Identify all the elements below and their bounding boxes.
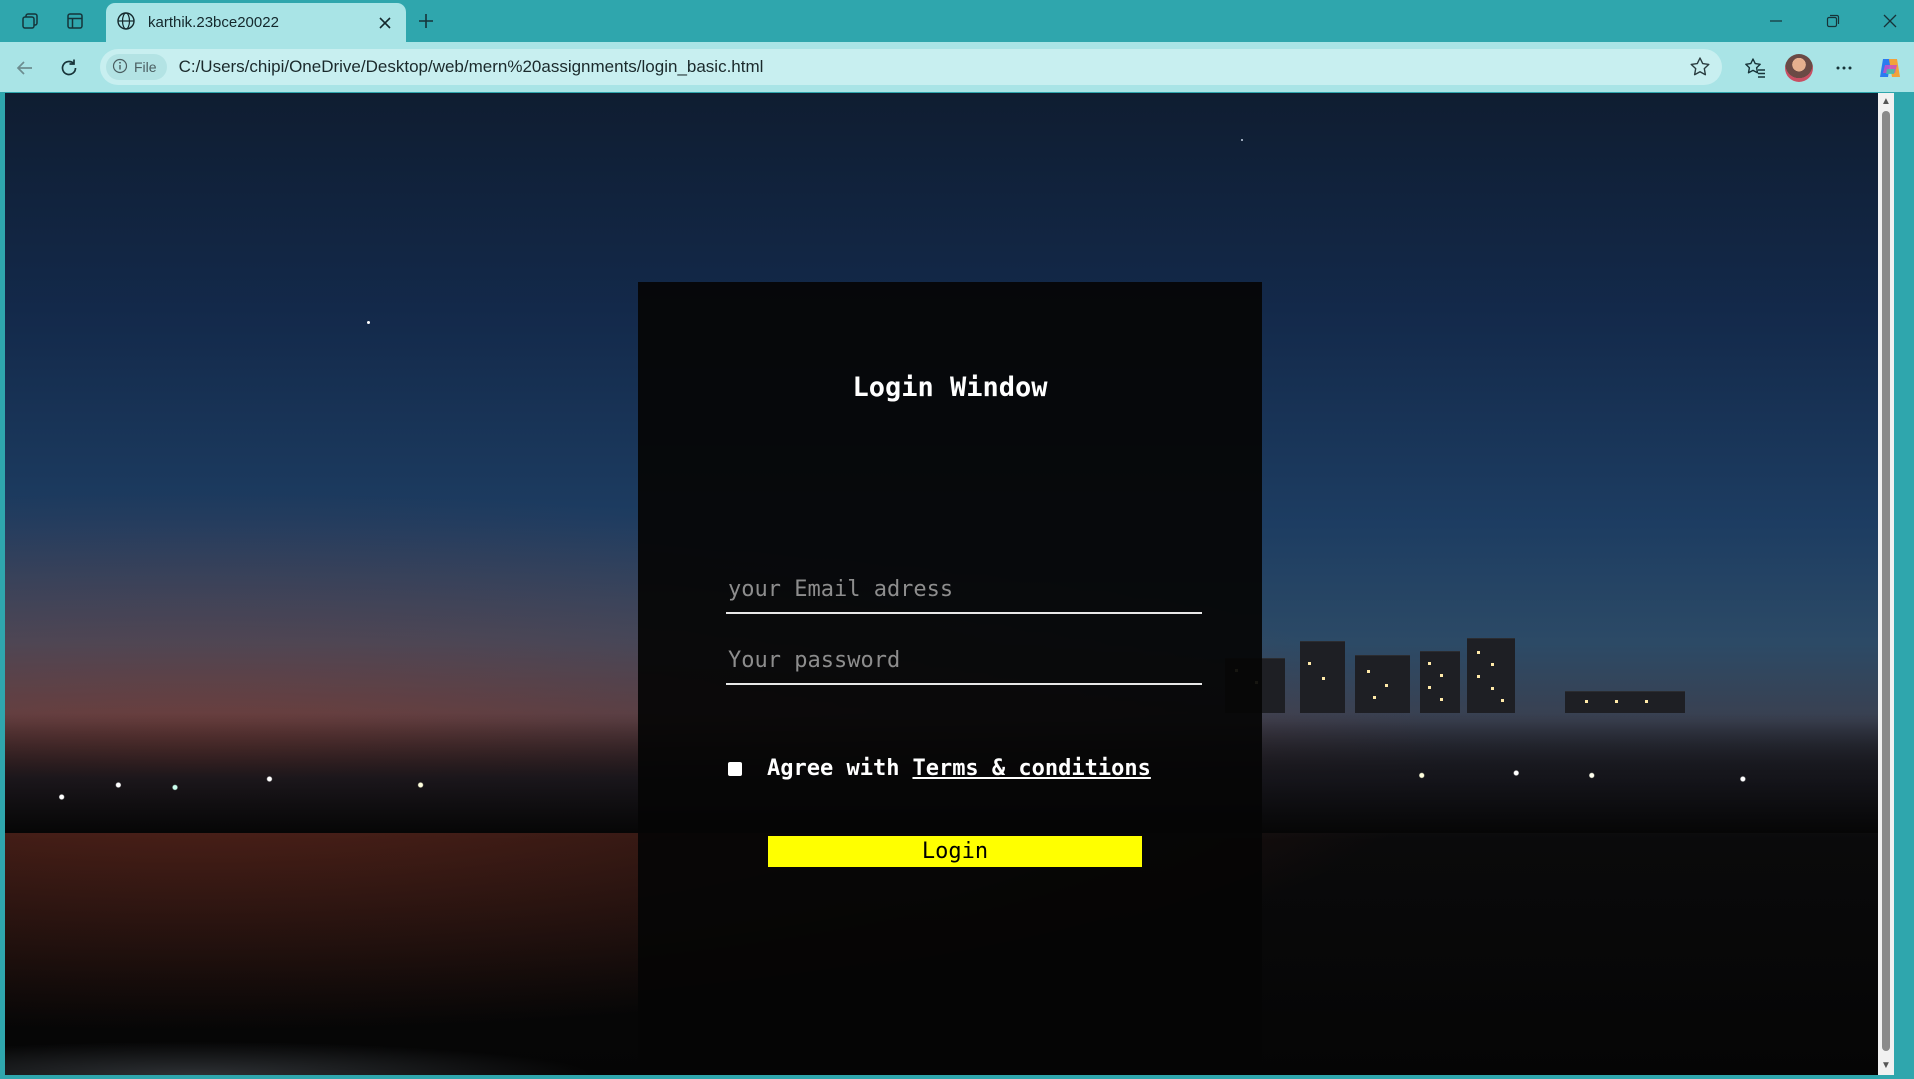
scroll-thumb[interactable] <box>1882 111 1890 1051</box>
password-input[interactable] <box>726 637 1202 685</box>
agree-checkbox[interactable] <box>728 761 742 776</box>
more-icon[interactable] <box>1827 51 1861 85</box>
login-title: Login Window <box>852 372 1048 403</box>
email-input[interactable] <box>726 566 1202 614</box>
minimize-icon[interactable] <box>1748 0 1804 42</box>
terms-link[interactable]: Terms & conditions <box>912 756 1150 781</box>
globe-icon <box>116 11 136 35</box>
login-button[interactable]: Login <box>768 836 1142 867</box>
login-panel: Login Window Agree with Terms & conditio… <box>638 282 1262 1075</box>
close-icon[interactable] <box>374 12 396 34</box>
agree-label: Agree with <box>767 756 900 781</box>
tab-title: karthik.23bce20022 <box>148 14 279 31</box>
address-bar[interactable]: File C:/Users/chipi/OneDrive/Desktop/web… <box>100 49 1722 85</box>
file-chip-label: File <box>134 59 157 75</box>
page-viewport: ▲ ▼ Login Window Agree with Terms & cond… <box>5 93 1894 1075</box>
plus-icon[interactable] <box>408 6 444 36</box>
vertical-tabs-icon[interactable] <box>57 6 93 36</box>
close-window-icon[interactable] <box>1862 0 1914 42</box>
star-icon[interactable] <box>1688 55 1712 79</box>
terms-row: Agree with Terms & conditions <box>728 756 1151 781</box>
browser-titlebar: karthik.23bce20022 <box>0 0 1914 42</box>
scroll-up-icon[interactable]: ▲ <box>1881 97 1891 107</box>
copilot-icon[interactable] <box>1873 51 1907 85</box>
back-icon[interactable] <box>8 51 42 85</box>
scroll-down-icon[interactable]: ▼ <box>1881 1061 1891 1071</box>
restore-icon[interactable] <box>1805 0 1861 42</box>
page-scrollbar[interactable]: ▲ ▼ <box>1878 93 1894 1075</box>
favorites-icon[interactable] <box>1738 51 1772 85</box>
browser-toolbar: File C:/Users/chipi/OneDrive/Desktop/web… <box>0 42 1914 92</box>
workspaces-icon[interactable] <box>12 6 48 36</box>
avatar <box>1785 54 1813 82</box>
refresh-icon[interactable] <box>52 51 86 85</box>
info-icon <box>112 58 128 77</box>
site-info-chip[interactable]: File <box>106 54 167 80</box>
profile-button[interactable] <box>1782 51 1816 85</box>
url-text[interactable]: C:/Users/chipi/OneDrive/Desktop/web/mern… <box>179 57 764 77</box>
tab-active[interactable]: karthik.23bce20022 <box>106 3 406 42</box>
